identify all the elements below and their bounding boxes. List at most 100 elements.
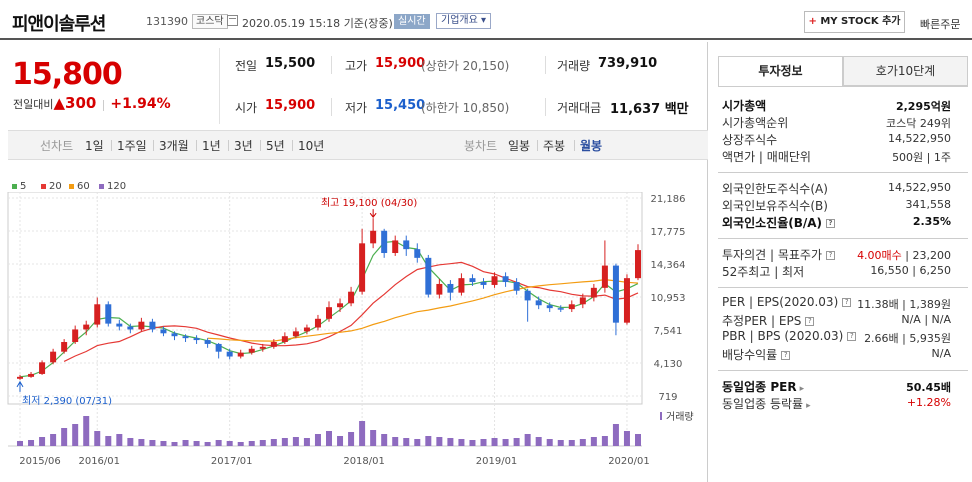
candle-body — [635, 250, 641, 279]
divider — [574, 140, 575, 151]
volume-bar — [414, 439, 421, 446]
info-value: 16,550 | 6,250 — [831, 264, 951, 277]
volume-bar — [193, 441, 200, 446]
volume-label: 거래량 — [557, 59, 591, 73]
info-label-text: 52주최고 | 최저 — [722, 265, 805, 279]
y-tick-label: 7,541 — [654, 326, 683, 337]
info-value-text: 2.66배 | 5,935원 — [864, 332, 951, 345]
tab-invest-info[interactable]: 투자정보 — [718, 56, 843, 86]
chevron-right-icon[interactable]: ▸ — [806, 401, 811, 411]
legend-swatch — [69, 184, 74, 189]
info-label: 상장주식수 — [722, 131, 777, 148]
info-value: 2.66배 | 5,935원 — [831, 330, 951, 346]
info-value-text: 23,200 — [912, 249, 952, 262]
candle-body — [392, 240, 399, 254]
candle-period-3[interactable]: 월봉 — [580, 137, 602, 154]
amount-number: 11,637 — [610, 102, 661, 117]
volume-bar — [590, 437, 597, 446]
divider — [331, 56, 332, 74]
info-value: 14,522,950 — [831, 181, 951, 194]
info-tabs: 투자정보 호가10단계 — [718, 56, 968, 86]
low-annotation: 최저 2,390 (07/31) — [22, 395, 112, 407]
candle-body — [535, 300, 542, 306]
info-value-text: 341,558 — [905, 198, 952, 211]
period-2[interactable]: 1주일 — [117, 137, 147, 154]
info-label-text: 액면가 | 매매단위 — [722, 150, 811, 164]
tab-orderbook[interactable]: 호가10단계 — [843, 56, 968, 86]
period-1[interactable]: 1일 — [85, 137, 104, 154]
legend-label: 20 — [49, 181, 62, 192]
info-value-text: 2,295억원 — [895, 100, 951, 113]
candle-body — [370, 230, 377, 244]
market-badge: 코스닥 — [192, 14, 228, 29]
my-stock-add-button[interactable]: + MY STOCK 추가 — [804, 11, 905, 33]
period-4[interactable]: 1년 — [202, 137, 221, 154]
line-chart-label: 선차트 — [40, 139, 74, 153]
period-7[interactable]: 10년 — [298, 137, 324, 154]
prev-close-label: 전일 — [235, 59, 258, 73]
candle-body — [381, 230, 388, 254]
candle-body — [248, 348, 255, 353]
x-tick-label: 2020/01 — [608, 456, 650, 467]
legend-label: 5 — [20, 181, 27, 192]
candle-body — [204, 340, 211, 344]
divider — [102, 99, 104, 111]
help-icon[interactable]: ? — [805, 317, 815, 326]
volume-bar — [259, 440, 266, 446]
volume-bar — [237, 442, 244, 446]
quick-order-link[interactable]: 빠른주문 — [920, 16, 960, 32]
open-value: 15,900 — [265, 98, 316, 113]
datetime: 2020.05.19 15:18 — [242, 17, 341, 30]
info-label: 배당수익률? — [722, 346, 791, 363]
change-value: ▲300 — [53, 94, 96, 112]
candle-body — [414, 249, 421, 258]
legend-swatch — [41, 184, 46, 189]
divider — [228, 140, 229, 151]
volume-bar — [83, 416, 90, 446]
info-label-text: 시가총액 — [722, 99, 767, 113]
y-tick-label: 14,364 — [651, 260, 686, 271]
volume-bar — [513, 438, 520, 446]
volume-bar — [491, 438, 498, 446]
info-value-text: N/A | N/A — [901, 313, 951, 326]
candle-body — [116, 323, 123, 327]
price-chart[interactable]: 21,186 17,775 14,364 10,953 7,541 4,130 719 201… — [0, 192, 708, 472]
candle-period-1[interactable]: 일봉 — [508, 137, 530, 154]
x-tick-label: 2016/01 — [78, 456, 120, 467]
candle-period-2[interactable]: 주봉 — [543, 137, 565, 154]
y-tick-label: 17,775 — [651, 227, 686, 238]
candle-body — [281, 336, 288, 343]
up-arrow-icon: ▲ — [53, 94, 66, 112]
volume-bar — [579, 439, 586, 446]
volume-bar — [326, 431, 332, 446]
candle-body — [337, 303, 344, 308]
candle-body — [601, 265, 608, 288]
realtime-badge[interactable]: 실시간 — [394, 14, 430, 29]
volume-bar — [171, 442, 178, 446]
period-6[interactable]: 5년 — [266, 137, 285, 154]
volume-bar — [546, 439, 553, 446]
info-label-text: 동일업종 등락률 — [722, 397, 804, 411]
volume-bar — [17, 441, 23, 446]
info-value: 50.45배 — [831, 379, 951, 395]
info-value: +1.28% — [831, 396, 951, 409]
company-overview-dropdown[interactable]: 기업개요 ▾ — [436, 13, 492, 29]
info-value: 2.35% — [831, 215, 951, 228]
candle-body — [270, 342, 277, 347]
info-value-text: N/A — [931, 347, 951, 360]
stock-name: 피앤이솔루션 — [12, 14, 106, 35]
candle-body — [39, 362, 46, 374]
period-5[interactable]: 3년 — [234, 137, 253, 154]
candle-body — [160, 329, 167, 334]
info-label: 시가총액 — [722, 97, 766, 114]
period-3[interactable]: 3개월 — [159, 137, 189, 154]
info-value-text: 14,522,950 — [888, 181, 951, 194]
divider — [111, 140, 112, 151]
info-label: 추정PER | EPS? — [722, 312, 815, 329]
chevron-right-icon[interactable]: ▸ — [800, 384, 805, 394]
help-icon[interactable]: ? — [781, 351, 791, 360]
info-label-text: 배당수익률 — [722, 348, 778, 362]
current-price: 15,800 — [12, 57, 123, 92]
plus-icon: + — [808, 16, 817, 27]
info-label-text: 상장주식수 — [722, 133, 778, 147]
